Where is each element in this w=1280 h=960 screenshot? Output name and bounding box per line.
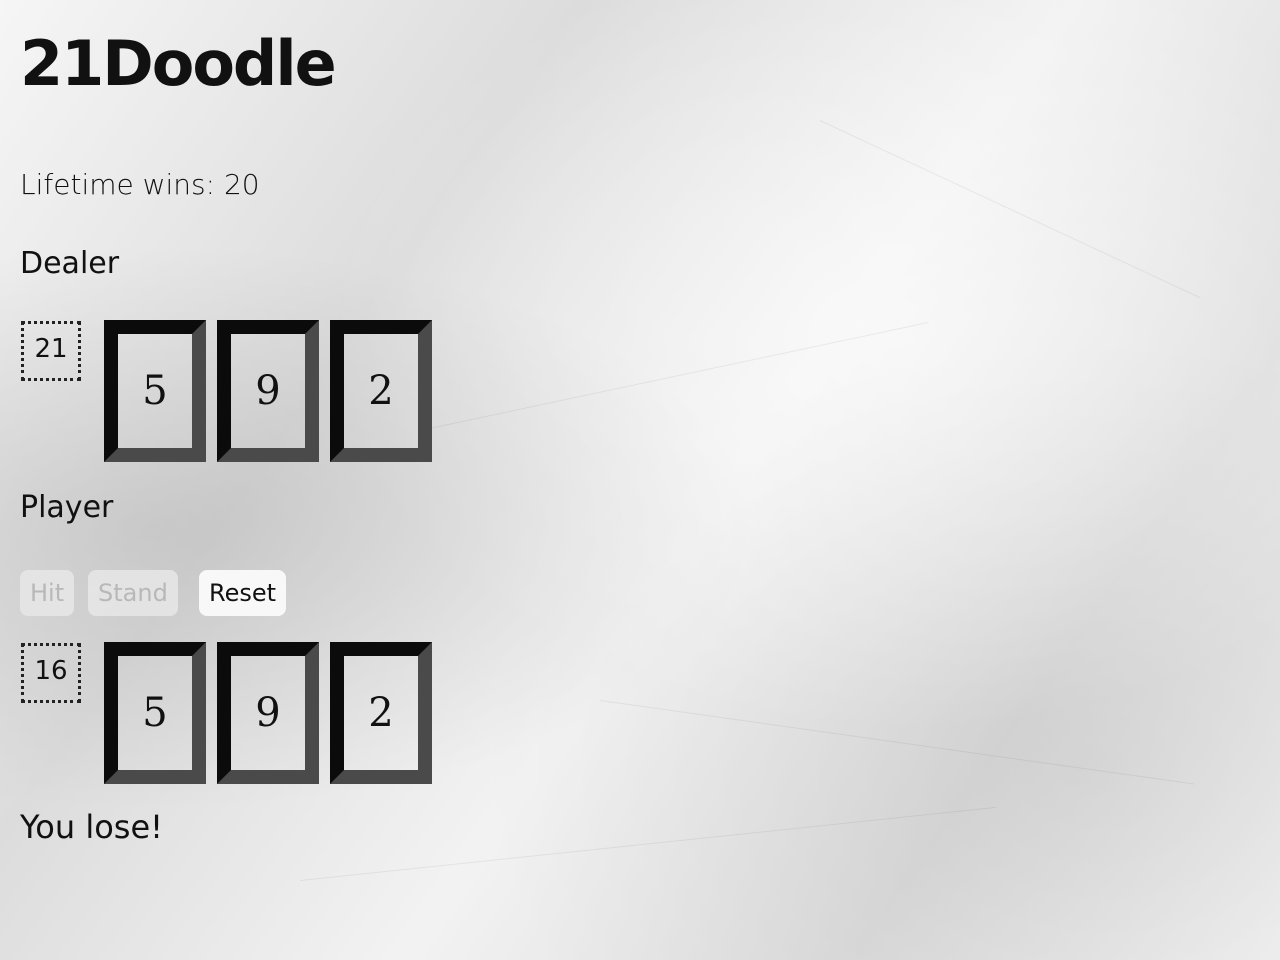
player-card: 9 [217, 642, 319, 784]
paper-crease [599, 700, 1195, 785]
dealer-card: 5 [104, 320, 206, 462]
paper-crease [419, 321, 929, 431]
player-score: 16 [21, 643, 81, 703]
player-card: 2 [330, 642, 432, 784]
paper-crease [299, 806, 997, 881]
lifetime-wins: Lifetime wins: 20 [20, 168, 260, 201]
app-title: 21Doodle [20, 27, 337, 100]
dealer-card: 2 [330, 320, 432, 462]
player-card: 5 [104, 642, 206, 784]
paper-crease [819, 120, 1201, 299]
stand-button[interactable]: Stand [88, 570, 178, 616]
hit-button[interactable]: Hit [20, 570, 75, 616]
reset-button[interactable]: Reset [199, 570, 287, 616]
dealer-score: 21 [21, 321, 81, 381]
player-label: Player [20, 490, 114, 525]
dealer-card: 9 [217, 320, 319, 462]
dealer-label: Dealer [20, 246, 120, 281]
result-message: You lose! [20, 808, 163, 846]
